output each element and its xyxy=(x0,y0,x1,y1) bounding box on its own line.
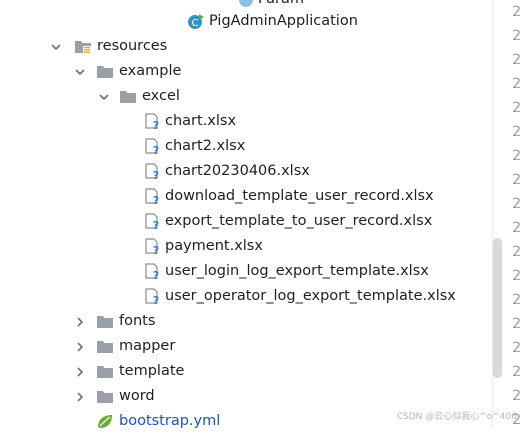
tree-scrollbar[interactable] xyxy=(493,238,502,378)
gutter-number: 2 xyxy=(512,76,521,92)
tree-row-example[interactable]: example xyxy=(0,59,492,84)
chevron-right-icon[interactable] xyxy=(72,309,88,334)
tree-row-file[interactable]: ? user_login_log_export_template.xlsx xyxy=(0,259,492,284)
gutter-number: 2 xyxy=(512,124,521,140)
gutter-number: 2 xyxy=(512,220,521,236)
tree-row-mapper[interactable]: mapper xyxy=(0,334,492,359)
module-icon xyxy=(237,0,255,8)
tree-row-resources[interactable]: resources xyxy=(0,34,492,59)
spring-config-icon xyxy=(96,413,114,428)
gutter-number: 2 xyxy=(512,340,521,356)
folder-icon xyxy=(96,313,114,330)
svg-text:?: ? xyxy=(153,269,159,280)
tree-row-label: chart2.xlsx xyxy=(165,138,246,154)
svg-text:?: ? xyxy=(153,144,159,155)
folder-icon xyxy=(96,63,114,80)
tree-row-file[interactable]: ? payment.xlsx xyxy=(0,234,492,259)
unknown-file-icon: ? xyxy=(144,113,162,132)
tree-row-label: chart.xlsx xyxy=(165,113,237,129)
svg-text:?: ? xyxy=(153,119,159,130)
tree-row-label: download_template_user_record.xlsx xyxy=(165,188,434,204)
tree-row-label: payment.xlsx xyxy=(165,238,263,254)
tree-row-word[interactable]: word xyxy=(0,384,492,409)
tree-row-file[interactable]: ? export_template_to_user_record.xlsx xyxy=(0,209,492,234)
gutter-number: 2 xyxy=(512,268,521,284)
svg-text:C: C xyxy=(192,18,199,29)
unknown-file-icon: ? xyxy=(144,213,162,232)
spring-boot-class-icon: C xyxy=(187,13,205,30)
tree-row-template[interactable]: template xyxy=(0,359,492,384)
gutter-number: 2 xyxy=(512,148,521,164)
folder-icon xyxy=(119,88,137,105)
unknown-file-icon: ? xyxy=(144,288,162,307)
chevron-right-icon[interactable] xyxy=(72,334,88,359)
chevron-down-icon[interactable] xyxy=(48,34,64,59)
gutter-number: 2 xyxy=(512,364,521,380)
folder-icon xyxy=(96,338,114,355)
svg-text:?: ? xyxy=(153,219,159,230)
tree-row-label: fonts xyxy=(119,313,156,329)
svg-text:?: ? xyxy=(153,194,159,205)
tree-row-fonts[interactable]: fonts xyxy=(0,309,492,334)
svg-text:?: ? xyxy=(153,169,159,180)
gutter-number: 2 xyxy=(512,52,521,68)
tree-row-label: word xyxy=(119,388,155,404)
gutter-number: 2 xyxy=(512,196,521,212)
tree-row-file[interactable]: ? chart20230406.xlsx xyxy=(0,159,492,184)
unknown-file-icon: ? xyxy=(144,238,162,257)
tree-row-file[interactable]: ? download_template_user_record.xlsx xyxy=(0,184,492,209)
gutter-number: 2 xyxy=(512,4,521,20)
watermark-text: CSDN @云心似我心^o^406 xyxy=(396,412,517,422)
tree-row-label: excel xyxy=(142,88,180,104)
folder-icon xyxy=(96,363,114,380)
gutter-number: 2 xyxy=(512,388,521,404)
tree-row-label: chart20230406.xlsx xyxy=(165,163,310,179)
folder-icon xyxy=(96,388,114,405)
tree-row-label: user_operator_log_export_template.xlsx xyxy=(165,288,456,304)
tree-row-label: Param xyxy=(258,0,304,9)
gutter-number: 2 xyxy=(512,172,521,188)
unknown-file-icon: ? xyxy=(144,188,162,207)
tree-row-label: PigAdminApplication xyxy=(209,13,358,29)
tree-row-label: user_login_log_export_template.xlsx xyxy=(165,263,429,279)
unknown-file-icon: ? xyxy=(144,138,162,157)
tree-row-file[interactable]: ? chart2.xlsx xyxy=(0,134,492,159)
tree-row-label: mapper xyxy=(119,338,176,354)
tree-row-app-class[interactable]: C PigAdminApplication xyxy=(0,9,492,34)
unknown-file-icon: ? xyxy=(144,163,162,182)
tree-row-label: bootstrap.yml xyxy=(119,413,221,428)
chevron-right-icon[interactable] xyxy=(72,359,88,384)
tree-row-file[interactable]: ? chart.xlsx xyxy=(0,109,492,134)
gutter-number: 2 xyxy=(512,28,521,44)
chevron-down-icon[interactable] xyxy=(72,59,88,84)
svg-text:?: ? xyxy=(153,294,159,305)
chevron-down-icon[interactable] xyxy=(96,84,112,109)
svg-text:?: ? xyxy=(153,244,159,255)
tree-row-label: resources xyxy=(97,38,168,54)
project-tree: Param C PigAdminApplication resource xyxy=(0,0,492,428)
chevron-right-icon[interactable] xyxy=(72,384,88,409)
tree-row-label: template xyxy=(119,363,185,379)
tree-row-label: example xyxy=(119,63,182,79)
unknown-file-icon: ? xyxy=(144,263,162,282)
tree-row-label: export_template_to_user_record.xlsx xyxy=(165,213,433,229)
resources-folder-icon xyxy=(74,38,92,55)
tree-row-file[interactable]: ? user_operator_log_export_template.xlsx xyxy=(0,284,492,309)
gutter-number: 2 xyxy=(512,316,521,332)
gutter-number: 2 xyxy=(512,100,521,116)
gutter-number: 2 xyxy=(512,292,521,308)
tree-row-excel[interactable]: excel xyxy=(0,84,492,109)
gutter-number: 2 xyxy=(512,244,521,260)
